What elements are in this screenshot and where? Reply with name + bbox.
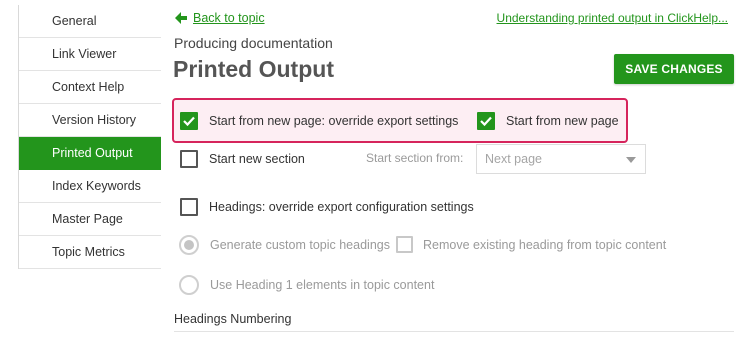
sidebar-item-link-viewer[interactable]: Link Viewer xyxy=(19,38,161,71)
start-new-section-option[interactable]: Start new section xyxy=(180,150,305,168)
page-title: Printed Output xyxy=(173,56,334,82)
start-new-page-checkbox[interactable] xyxy=(477,112,495,130)
sidebar-item-topic-metrics[interactable]: Topic Metrics xyxy=(19,236,161,269)
back-arrow-icon xyxy=(175,12,187,24)
start-new-page-label: Start from new page xyxy=(506,114,619,128)
use-heading1-label: Use Heading 1 elements in topic content xyxy=(210,278,435,292)
headings-override-label: Headings: override export configuration … xyxy=(209,200,474,214)
start-new-page-option[interactable]: Start from new page xyxy=(477,112,619,130)
headings-override-option[interactable]: Headings: override export configuration … xyxy=(180,198,474,216)
sidebar-item-master-page[interactable]: Master Page xyxy=(19,203,161,236)
back-to-topic-link[interactable]: Back to topic xyxy=(174,10,265,26)
remove-heading-checkbox[interactable] xyxy=(396,236,413,253)
help-link[interactable]: Understanding printed output in ClickHel… xyxy=(497,11,728,25)
remove-heading-option[interactable]: Remove existing heading from topic conte… xyxy=(396,236,666,253)
sidebar-item-index-keywords[interactable]: Index Keywords xyxy=(19,170,161,203)
generate-headings-label: Generate custom topic headings xyxy=(210,238,390,252)
section-from-value: Next page xyxy=(485,152,542,166)
checkmark-icon xyxy=(183,116,195,127)
override-page-option[interactable]: Start from new page: override export set… xyxy=(180,112,458,130)
generate-headings-option[interactable]: Generate custom topic headings xyxy=(179,235,390,255)
section-from-select[interactable]: Next page xyxy=(476,144,646,174)
generate-headings-radio[interactable] xyxy=(179,235,199,255)
headings-numbering-heading: Headings Numbering xyxy=(174,312,292,326)
page-subtitle: Producing documentation xyxy=(174,35,333,51)
start-new-section-label: Start new section xyxy=(209,152,305,166)
section-from-label: Start section from: xyxy=(366,151,464,165)
sidebar-item-context-help[interactable]: Context Help xyxy=(19,71,161,104)
sidebar: General Link Viewer Context Help Version… xyxy=(18,5,161,269)
sidebar-item-printed-output[interactable]: Printed Output xyxy=(19,137,161,170)
back-link-label[interactable]: Back to topic xyxy=(193,11,265,25)
use-heading1-radio[interactable] xyxy=(179,275,199,295)
start-new-section-checkbox[interactable] xyxy=(180,150,198,168)
checkmark-icon xyxy=(480,116,492,127)
chevron-down-icon xyxy=(626,157,636,163)
use-heading1-option[interactable]: Use Heading 1 elements in topic content xyxy=(179,275,434,295)
sidebar-item-version-history[interactable]: Version History xyxy=(19,104,161,137)
sidebar-item-general[interactable]: General xyxy=(19,5,161,38)
override-page-label: Start from new page: override export set… xyxy=(209,114,459,128)
headings-override-checkbox[interactable] xyxy=(180,198,198,216)
radio-dot-icon xyxy=(184,240,194,250)
divider xyxy=(174,331,734,332)
override-page-checkbox[interactable] xyxy=(180,112,198,130)
remove-heading-label: Remove existing heading from topic conte… xyxy=(423,237,667,252)
save-changes-button[interactable]: SAVE CHANGES xyxy=(614,54,734,84)
